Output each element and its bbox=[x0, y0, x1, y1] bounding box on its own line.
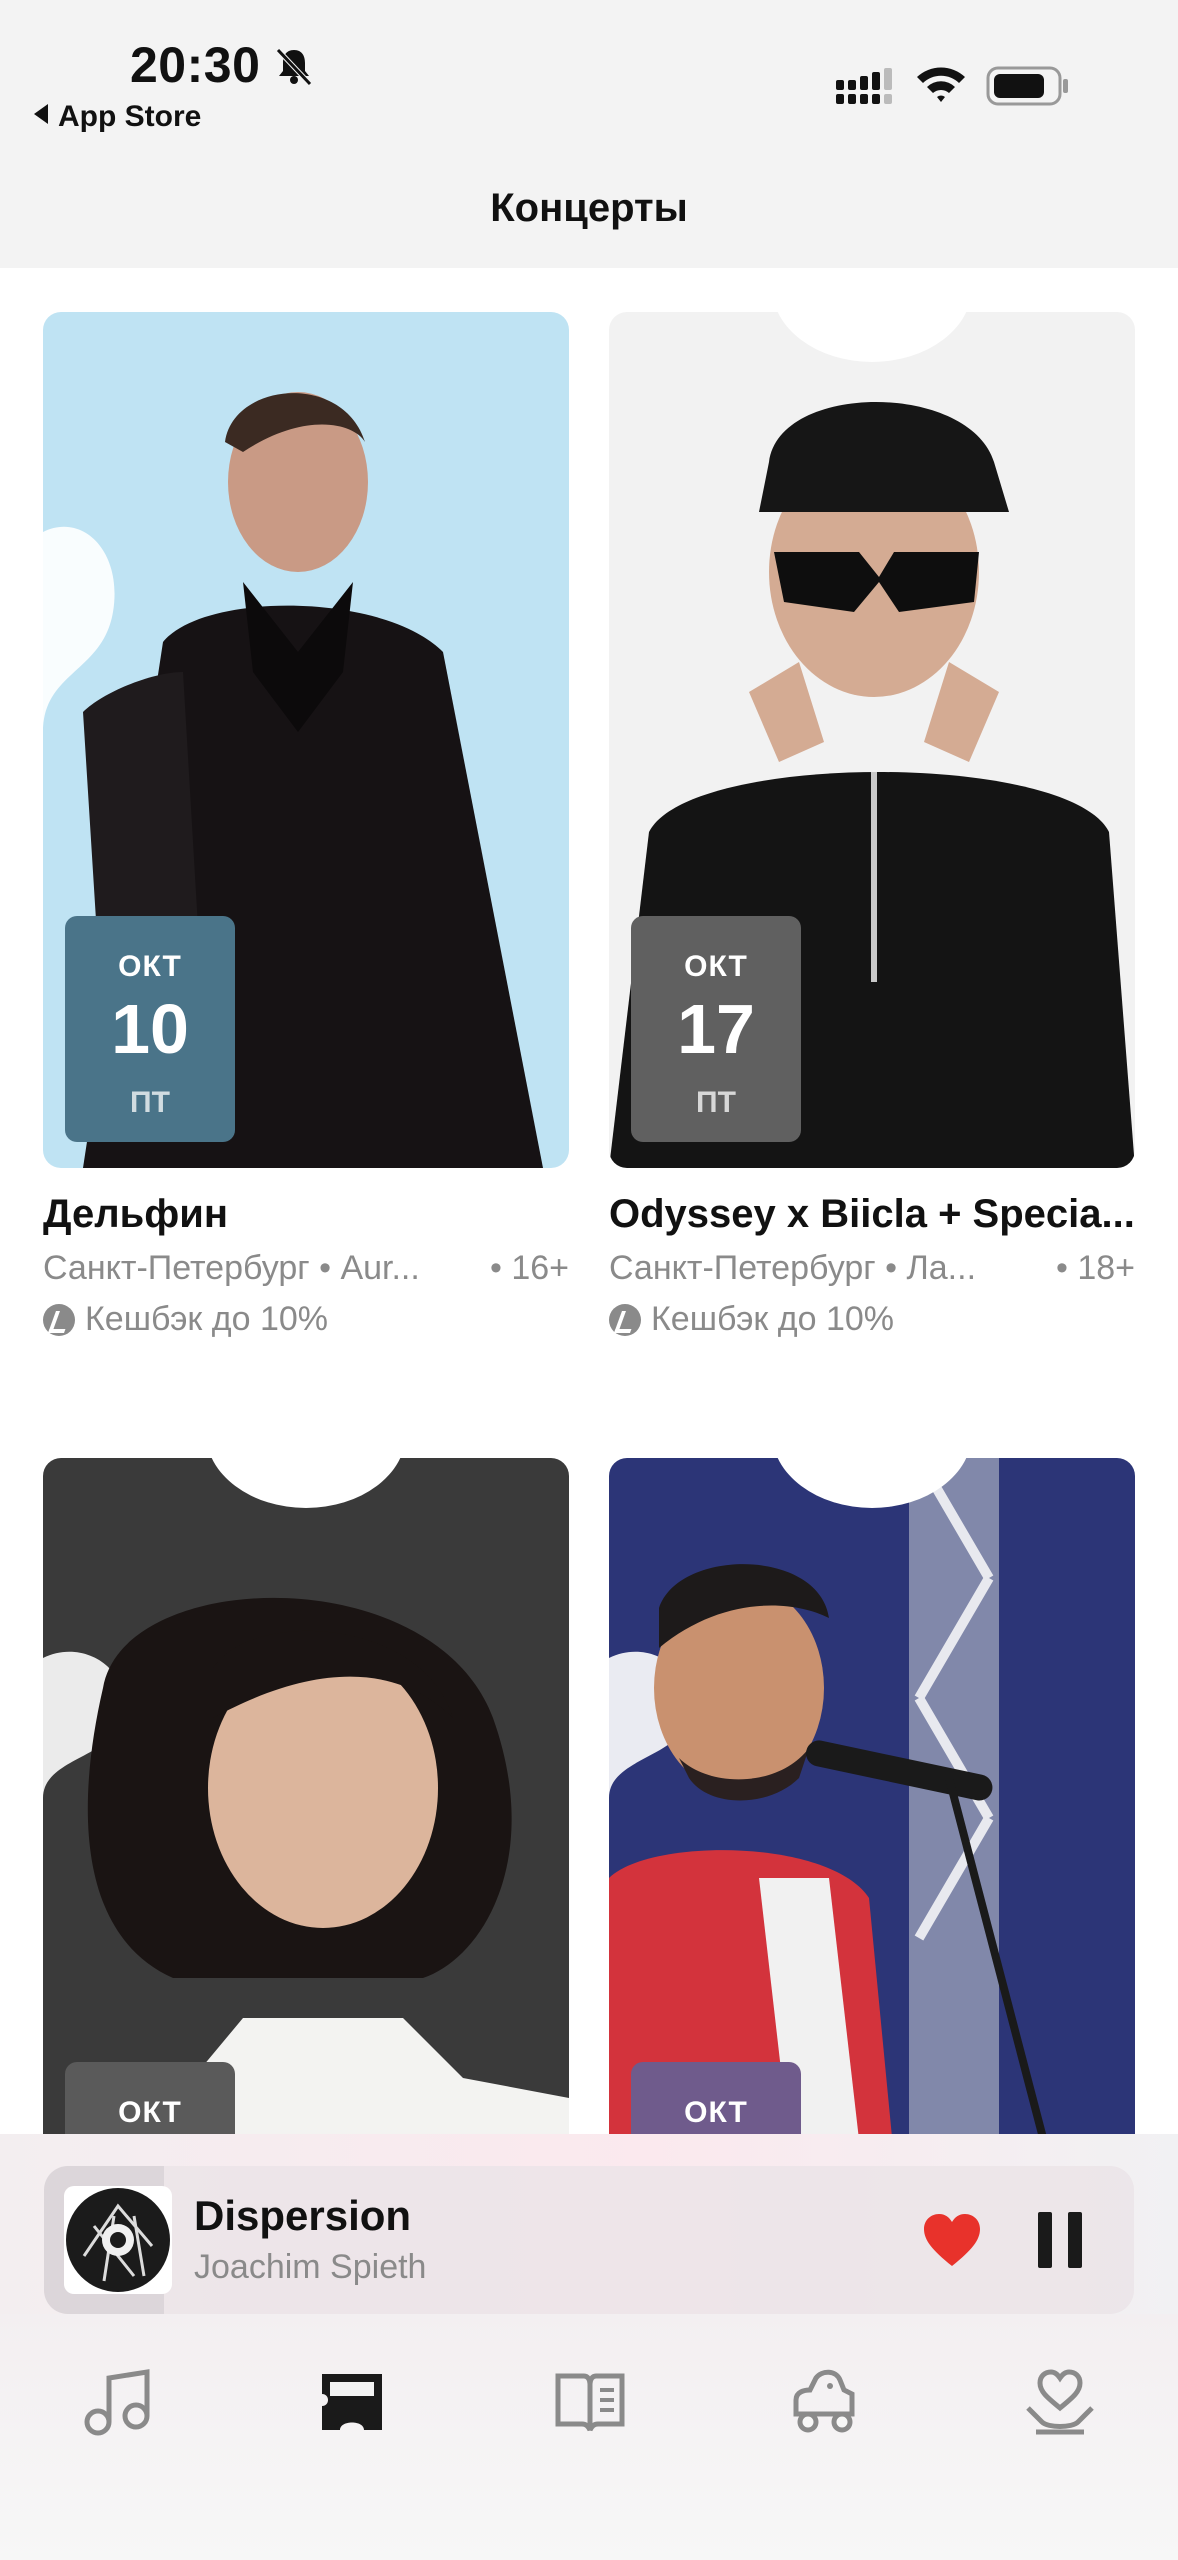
concert-card[interactable]: ОКТ 17 ПТ Odyssey x Biicla + Specia... С… bbox=[609, 312, 1135, 1339]
album-art bbox=[66, 2188, 170, 2292]
pause-bar-icon bbox=[1068, 2212, 1082, 2268]
cellular-signal-icon bbox=[836, 68, 892, 104]
track-title: Dispersion bbox=[194, 2192, 412, 2239]
date-badge: ОКТ 10 ПТ bbox=[65, 916, 235, 1142]
concert-poster: ОКТ 10 ПТ bbox=[43, 312, 569, 1168]
cashback-icon bbox=[43, 1303, 75, 1336]
pause-bar-icon bbox=[1038, 2212, 1052, 2268]
status-time: 20:30 bbox=[130, 37, 261, 93]
concert-card[interactable]: ОКТ 10 ПТ Дельфин Санкт-Петербург • Aur.… bbox=[43, 312, 569, 1339]
kids-car-icon[interactable] bbox=[786, 2364, 862, 2440]
music-note-icon[interactable] bbox=[80, 2364, 156, 2440]
concerts-screen: 20:30 App Store Концерты ОКТ 10 ПТ Дельф… bbox=[0, 0, 1178, 2560]
ticket-icon[interactable] bbox=[314, 2364, 390, 2440]
page-title: Концерты bbox=[490, 186, 688, 230]
concert-title: Дельфин bbox=[43, 1192, 228, 1236]
date-badge: ОКТ 17 ПТ bbox=[631, 916, 801, 1142]
pause-button[interactable] bbox=[1038, 2212, 1082, 2268]
concert-meta: Санкт-Петербург • Ла... • 18+ bbox=[609, 1249, 1135, 1288]
age-rating: • 18+ bbox=[1055, 1249, 1135, 1287]
wifi-icon bbox=[917, 67, 965, 102]
back-to-app-store[interactable]: App Store bbox=[34, 100, 201, 134]
date-day: 10 bbox=[111, 990, 189, 1068]
date-month: ОКТ bbox=[118, 950, 182, 983]
cashback-info: Кешбэк до 10% bbox=[609, 1300, 1135, 1339]
back-label: App Store bbox=[58, 100, 202, 133]
concert-meta: Санкт-Петербург • Aur... • 16+ bbox=[43, 1249, 569, 1288]
date-month: ОКТ bbox=[684, 950, 748, 983]
album-cover bbox=[64, 2186, 172, 2294]
mini-player[interactable]: Dispersion Joachim Spieth bbox=[44, 2166, 1134, 2314]
book-icon[interactable] bbox=[552, 2364, 628, 2440]
top-header: 20:30 App Store Концерты bbox=[0, 0, 1178, 268]
bell-muted-icon bbox=[276, 48, 312, 86]
concert-place: Санкт-Петербург • Ла... bbox=[609, 1249, 977, 1287]
concert-title: Odyssey x Biicla + Specia... bbox=[609, 1192, 1135, 1236]
date-weekday: ПТ bbox=[130, 1086, 170, 1119]
date-weekday: ПТ bbox=[696, 1086, 736, 1119]
cashback-info: Кешбэк до 10% bbox=[43, 1300, 569, 1339]
date-month: ОКТ bbox=[684, 2096, 748, 2129]
heart-like-icon[interactable] bbox=[922, 2212, 982, 2268]
age-rating: • 16+ bbox=[489, 1249, 569, 1287]
cashback-label: Кешбэк до 10% bbox=[651, 1300, 894, 1338]
heart-hands-icon[interactable] bbox=[1022, 2364, 1098, 2440]
date-day: 17 bbox=[677, 990, 755, 1068]
concert-place: Санкт-Петербург • Aur... bbox=[43, 1249, 420, 1287]
cashback-label: Кешбэк до 10% bbox=[85, 1300, 328, 1338]
cashback-icon bbox=[609, 1303, 641, 1336]
date-month: ОКТ bbox=[118, 2096, 182, 2129]
track-artist: Joachim Spieth bbox=[194, 2248, 427, 2286]
battery-icon bbox=[986, 66, 1068, 106]
back-arrow-icon bbox=[34, 104, 48, 124]
concert-poster: ОКТ 17 ПТ bbox=[609, 312, 1135, 1168]
